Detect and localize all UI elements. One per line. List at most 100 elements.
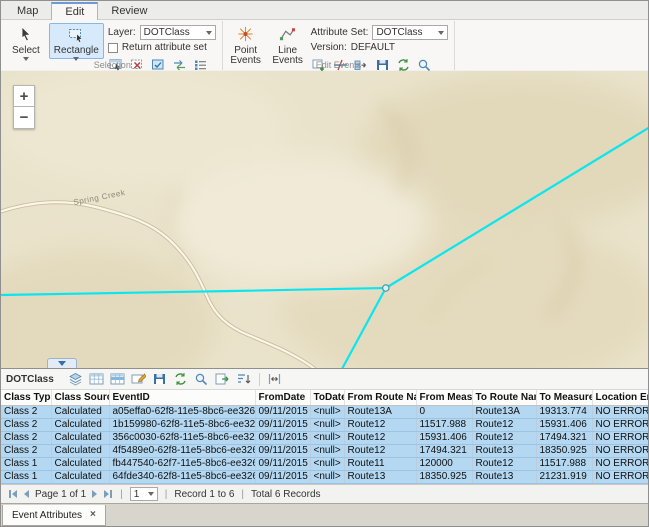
- rectangle-select-button[interactable]: Rectangle: [49, 23, 104, 59]
- show-selected-icon[interactable]: [109, 371, 127, 388]
- page-number-value: 1: [134, 489, 140, 500]
- table-cell: Calculated: [51, 431, 109, 444]
- table-cell: NO ERROR: [592, 470, 648, 483]
- tab-event-attributes-label: Event Attributes: [12, 510, 82, 521]
- rectangle-select-icon: [68, 26, 84, 45]
- next-page-button[interactable]: [91, 490, 98, 498]
- attribute-table: Class TypeClass SourceEventIDFromDateToD…: [1, 390, 648, 484]
- table-cell: Class 1: [1, 470, 51, 483]
- event-attributes-panel: DOTClass Class TypeClass SourceEventIDFr…: [1, 368, 648, 503]
- sort-records-icon[interactable]: [235, 371, 253, 388]
- table-cell: 09/11/2015: [255, 431, 310, 444]
- table-pager: Page 1 of 1 | 1 | Record 1 to 6 | Total …: [1, 484, 648, 503]
- rectangle-button-label: Rectangle: [54, 46, 99, 56]
- table-cell: 09/11/2015: [255, 418, 310, 431]
- table-cell: <null>: [310, 418, 344, 431]
- table-cell: 09/11/2015: [255, 444, 310, 457]
- edit-events-fields: Attribute Set: DOTClass Version: DEFAULT: [311, 23, 449, 59]
- table-cell: <null>: [310, 405, 344, 418]
- table-cell: 18350.925: [416, 470, 472, 483]
- table-cell: Route13: [472, 470, 536, 483]
- column-header[interactable]: EventID: [109, 390, 255, 405]
- column-header[interactable]: Class Source: [51, 390, 109, 405]
- edit-events-group-label: Edit Events: [223, 60, 455, 70]
- table-cell: 18350.925: [536, 444, 592, 457]
- zoom-out-button[interactable]: −: [13, 107, 35, 129]
- page-number-select[interactable]: 1: [130, 487, 158, 501]
- last-page-button[interactable]: [103, 490, 113, 498]
- layer-select-value: DOTClass: [144, 27, 190, 38]
- column-header[interactable]: To Measure: [536, 390, 592, 405]
- table-row[interactable]: Class 1Calculated64fde340-62f8-11e5-8bc6…: [1, 470, 648, 483]
- chevron-down-icon: [206, 31, 212, 35]
- column-header[interactable]: Location Error: [592, 390, 648, 405]
- table-cell: <null>: [310, 431, 344, 444]
- column-header[interactable]: ToDate: [310, 390, 344, 405]
- column-header[interactable]: Class Type: [1, 390, 51, 405]
- line-events-button[interactable]: Line Events: [269, 23, 307, 59]
- table-cell: Class 1: [1, 457, 51, 470]
- column-header[interactable]: From Route Name: [344, 390, 416, 405]
- layers-icon[interactable]: [67, 371, 85, 388]
- table-header-row: Class TypeClass SourceEventIDFromDateToD…: [1, 390, 648, 405]
- point-events-button[interactable]: Point Events: [227, 23, 265, 59]
- selection-group: Select Rectangle Layer: DOTClass: [3, 21, 223, 70]
- table-cell: 356c0030-62f8-11e5-8bc6-ee32641d5ec9: [109, 431, 255, 444]
- open-table-icon[interactable]: [88, 371, 106, 388]
- attribute-set-value: DOTClass: [376, 27, 422, 38]
- page-label: Page 1 of 1: [35, 489, 86, 500]
- table-cell: Calculated: [51, 405, 109, 418]
- ribbon: Map Edit Review Select Rectangle: [1, 1, 648, 71]
- zoom-to-record-icon[interactable]: [193, 371, 211, 388]
- refresh-icon[interactable]: [172, 371, 190, 388]
- event-editor-window: Map Edit Review Select Rectangle: [0, 0, 649, 527]
- tab-event-attributes[interactable]: Event Attributes ×: [2, 505, 106, 526]
- chevron-down-icon: [58, 361, 66, 366]
- return-attribute-set-checkbox[interactable]: [108, 43, 118, 53]
- table-cell: 09/11/2015: [255, 470, 310, 483]
- select-button-label: Select: [12, 46, 40, 56]
- table-cell: 09/11/2015: [255, 457, 310, 470]
- table-row[interactable]: Class 2Calculated356c0030-62f8-11e5-8bc6…: [1, 431, 648, 444]
- table-cell: NO ERROR: [592, 444, 648, 457]
- tab-review[interactable]: Review: [98, 2, 160, 19]
- table-cell: NO ERROR: [592, 457, 648, 470]
- table-cell: 0: [416, 405, 472, 418]
- select-button[interactable]: Select: [7, 23, 45, 59]
- column-header[interactable]: From Measure: [416, 390, 472, 405]
- column-header[interactable]: To Route Name: [472, 390, 536, 405]
- table-cell: NO ERROR: [592, 431, 648, 444]
- table-row[interactable]: Class 1Calculatedfb447540-62f7-11e5-8bc6…: [1, 457, 648, 470]
- edit-records-icon[interactable]: [130, 371, 148, 388]
- select-cursor-icon: [18, 26, 34, 45]
- record-range-label: Record 1 to 6: [174, 489, 234, 500]
- table-row[interactable]: Class 2Calculated1b159980-62f8-11e5-8bc6…: [1, 418, 648, 431]
- column-header[interactable]: FromDate: [255, 390, 310, 405]
- attribute-set-select[interactable]: DOTClass: [372, 25, 448, 40]
- first-page-button[interactable]: [8, 490, 18, 498]
- zoom-in-button[interactable]: +: [13, 85, 35, 107]
- ribbon-toolbar: Select Rectangle Layer: DOTClass: [1, 20, 648, 70]
- table-cell: 64fde340-62f8-11e5-8bc6-ee32641d5ec9: [109, 470, 255, 483]
- tab-edit[interactable]: Edit: [51, 2, 98, 20]
- table-row[interactable]: Class 2Calculateda05effa0-62f8-11e5-8bc6…: [1, 405, 648, 418]
- layer-select[interactable]: DOTClass: [140, 25, 216, 40]
- tab-map[interactable]: Map: [4, 2, 51, 19]
- table-row[interactable]: Class 2Calculated4f5489e0-62f8-11e5-8bc6…: [1, 444, 648, 457]
- table-cell: 15931.406: [416, 431, 472, 444]
- close-icon[interactable]: ×: [90, 510, 96, 520]
- prev-page-button[interactable]: [23, 490, 30, 498]
- save-records-icon[interactable]: [151, 371, 169, 388]
- table-cell: Route12: [344, 431, 416, 444]
- resize-columns-icon[interactable]: [266, 371, 284, 388]
- line-events-icon: [279, 26, 296, 45]
- selection-group-label: Selection: [3, 60, 222, 70]
- table-body: Class 2Calculateda05effa0-62f8-11e5-8bc6…: [1, 405, 648, 483]
- map-canvas[interactable]: Spring Creek + −: [1, 71, 648, 368]
- export-table-icon[interactable]: [214, 371, 232, 388]
- panel-collapse-button[interactable]: [47, 358, 77, 368]
- table-cell: Route13A: [472, 405, 536, 418]
- table-cell: Calculated: [51, 444, 109, 457]
- table-cell: Route12: [472, 431, 536, 444]
- table-cell: Class 2: [1, 431, 51, 444]
